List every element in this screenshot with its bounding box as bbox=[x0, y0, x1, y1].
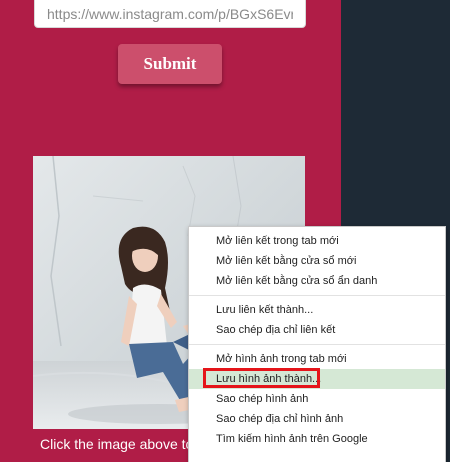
menu-item-copy-image[interactable]: Sao chép hình ảnh bbox=[189, 389, 445, 409]
menu-item-open-link-new-window[interactable]: Mở liên kết bằng cửa sổ mới bbox=[189, 251, 445, 271]
page: Submit bbox=[0, 0, 450, 462]
menu-item-open-link-new-tab[interactable]: Mở liên kết trong tab mới bbox=[189, 231, 445, 251]
menu-item-copy-image-address[interactable]: Sao chép địa chỉ hình ảnh bbox=[189, 409, 445, 429]
menu-item-open-image-new-tab[interactable]: Mở hình ảnh trong tab mới bbox=[189, 349, 445, 369]
menu-item-copy-link-address[interactable]: Sao chép địa chỉ liên kết bbox=[189, 320, 445, 340]
menu-item-save-image-as[interactable]: Lưu hình ảnh thành... bbox=[189, 369, 445, 389]
menu-item-search-image-google[interactable]: Tìm kiếm hình ảnh trên Google bbox=[189, 429, 445, 449]
menu-item-save-link-as[interactable]: Lưu liên kết thành... bbox=[189, 300, 445, 320]
instagram-url-input[interactable] bbox=[34, 0, 306, 28]
context-menu: Mở liên kết trong tab mới Mở liên kết bằ… bbox=[188, 226, 446, 462]
menu-separator bbox=[189, 295, 445, 296]
caption-text: Click the image above to bbox=[40, 436, 194, 452]
submit-button[interactable]: Submit bbox=[118, 44, 222, 84]
menu-separator bbox=[189, 344, 445, 345]
menu-item-open-link-incognito[interactable]: Mở liên kết bằng cửa sổ ẩn danh bbox=[189, 271, 445, 291]
